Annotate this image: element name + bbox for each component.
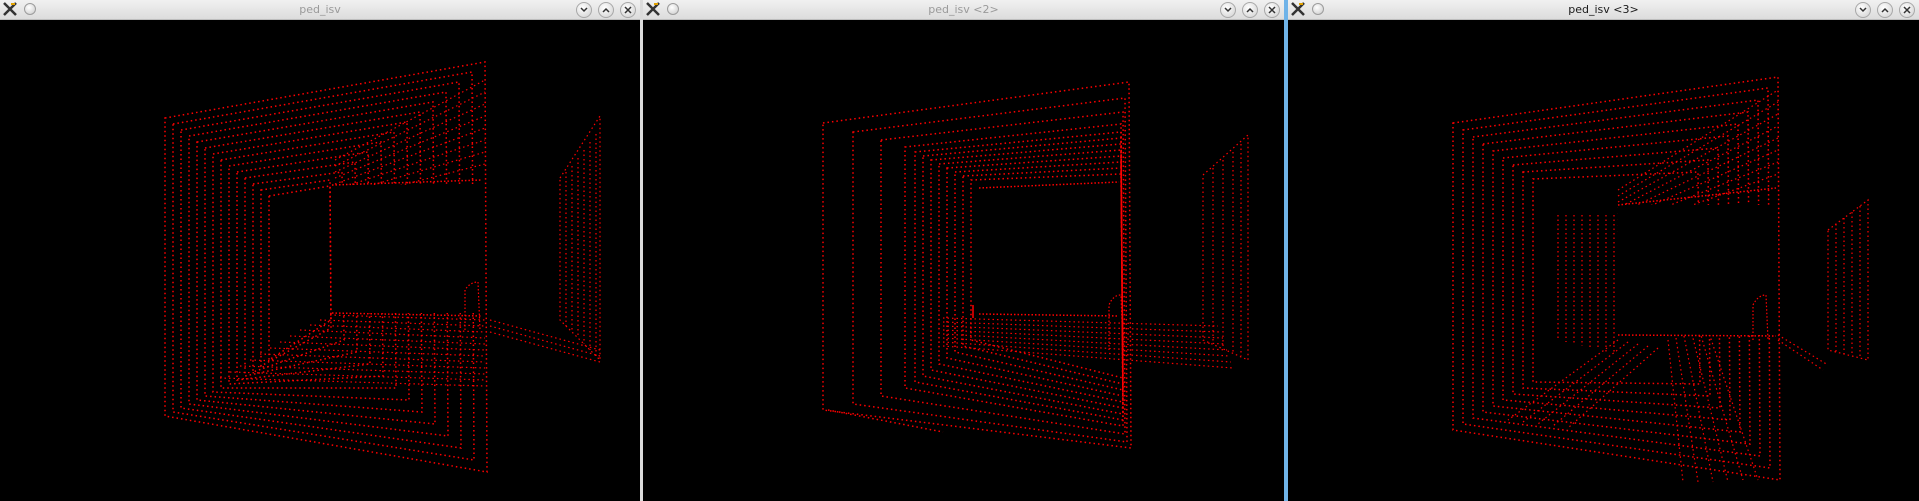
chevron-down-icon <box>1224 7 1232 13</box>
chevron-down-icon <box>1859 7 1867 13</box>
inner-wall-points <box>1557 215 1615 354</box>
window-1[interactable]: ped_isv <box>0 0 640 501</box>
chevron-down-icon <box>580 7 588 13</box>
back-opening <box>1618 205 1776 335</box>
close-icon <box>624 6 632 14</box>
titlebar[interactable]: ped_isv <box>0 0 640 20</box>
maximize-button[interactable] <box>598 2 614 18</box>
side-wall-points <box>1777 198 1869 371</box>
viewport-3[interactable] <box>1288 20 1919 501</box>
chevron-up-icon <box>1881 7 1889 13</box>
maximize-button[interactable] <box>1877 2 1893 18</box>
minimize-button[interactable] <box>1220 2 1236 18</box>
window-title: ped_isv <3> <box>1568 3 1639 16</box>
titlebar[interactable]: ped_isv <3> <box>1288 0 1919 20</box>
close-icon <box>1268 6 1276 14</box>
window-title: ped_isv <box>299 3 341 16</box>
chevron-up-icon <box>1246 7 1254 13</box>
maximize-button[interactable] <box>1242 2 1258 18</box>
point-cloud-view[interactable] <box>1288 20 1919 501</box>
viewport-2[interactable] <box>643 20 1284 501</box>
close-button[interactable] <box>1899 2 1915 18</box>
window-3[interactable]: ped_isv <3> <box>1288 0 1919 501</box>
window-title: ped_isv <2> <box>928 3 999 16</box>
close-icon <box>1903 6 1911 14</box>
viewport-1[interactable] <box>0 20 640 501</box>
point-cloud-view[interactable] <box>0 20 640 501</box>
minimize-button[interactable] <box>1855 2 1871 18</box>
titlebar[interactable]: ped_isv <2> <box>643 0 1284 20</box>
chevron-up-icon <box>602 7 610 13</box>
point-cloud-view[interactable] <box>643 20 1284 501</box>
close-button[interactable] <box>1264 2 1280 18</box>
minimize-button[interactable] <box>576 2 592 18</box>
window-2[interactable]: ped_isv <2> <box>643 0 1284 501</box>
floor-points <box>942 317 1234 369</box>
side-wall-points <box>489 113 601 363</box>
back-opening <box>332 185 482 313</box>
back-opening <box>979 188 1119 314</box>
close-button[interactable] <box>620 2 636 18</box>
